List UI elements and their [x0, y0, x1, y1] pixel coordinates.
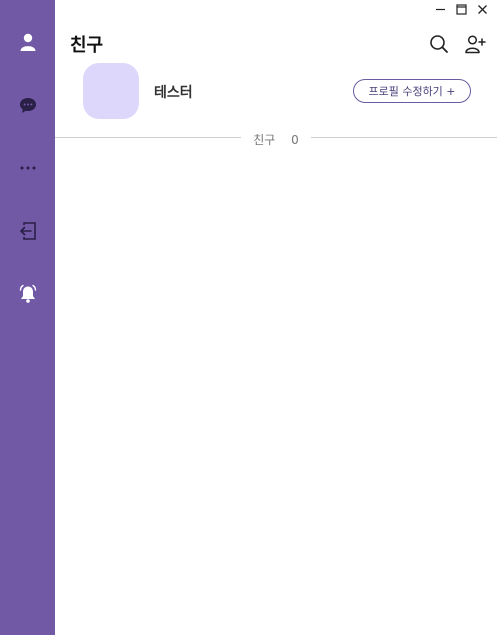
sidebar-item-logout[interactable] — [0, 211, 55, 251]
bell-icon — [19, 284, 36, 303]
main-panel: 친구 테스터 프로필 수정하기 + 친구 0 — [55, 0, 497, 635]
sidebar-item-more[interactable] — [0, 148, 55, 188]
maximize-button[interactable] — [451, 0, 472, 18]
add-friend-icon — [464, 35, 486, 54]
add-friend-button[interactable] — [464, 33, 486, 55]
more-icon — [20, 166, 35, 170]
friends-label: 친구 — [247, 133, 282, 147]
profile-name: 테스터 — [154, 85, 193, 101]
edit-profile-button[interactable]: 프로필 수정하기 + — [353, 79, 471, 103]
page-title: 친구 — [70, 35, 104, 56]
avatar[interactable] — [83, 63, 139, 119]
close-button[interactable] — [472, 0, 493, 18]
friends-list — [55, 150, 497, 635]
chat-icon — [19, 97, 36, 113]
app-window: 친구 테스터 프로필 수정하기 + 친구 0 — [0, 0, 497, 635]
logout-icon — [19, 222, 36, 240]
sidebar-item-friends[interactable] — [0, 22, 55, 62]
friends-divider — [55, 137, 497, 138]
friends-count: 0 — [285, 133, 305, 147]
window-controls — [430, 0, 493, 18]
sidebar — [0, 0, 55, 635]
sidebar-item-chats[interactable] — [0, 85, 55, 125]
close-icon — [478, 4, 487, 14]
person-icon — [20, 33, 35, 51]
minimize-button[interactable] — [430, 0, 451, 18]
my-profile-card: 테스터 프로필 수정하기 + — [55, 60, 497, 122]
search-icon — [430, 35, 448, 53]
sidebar-item-notifications[interactable] — [0, 274, 55, 314]
search-button[interactable] — [428, 33, 450, 55]
friends-count-label: 친구 0 — [55, 129, 497, 148]
minimize-icon — [436, 8, 445, 10]
maximize-icon — [456, 3, 467, 15]
